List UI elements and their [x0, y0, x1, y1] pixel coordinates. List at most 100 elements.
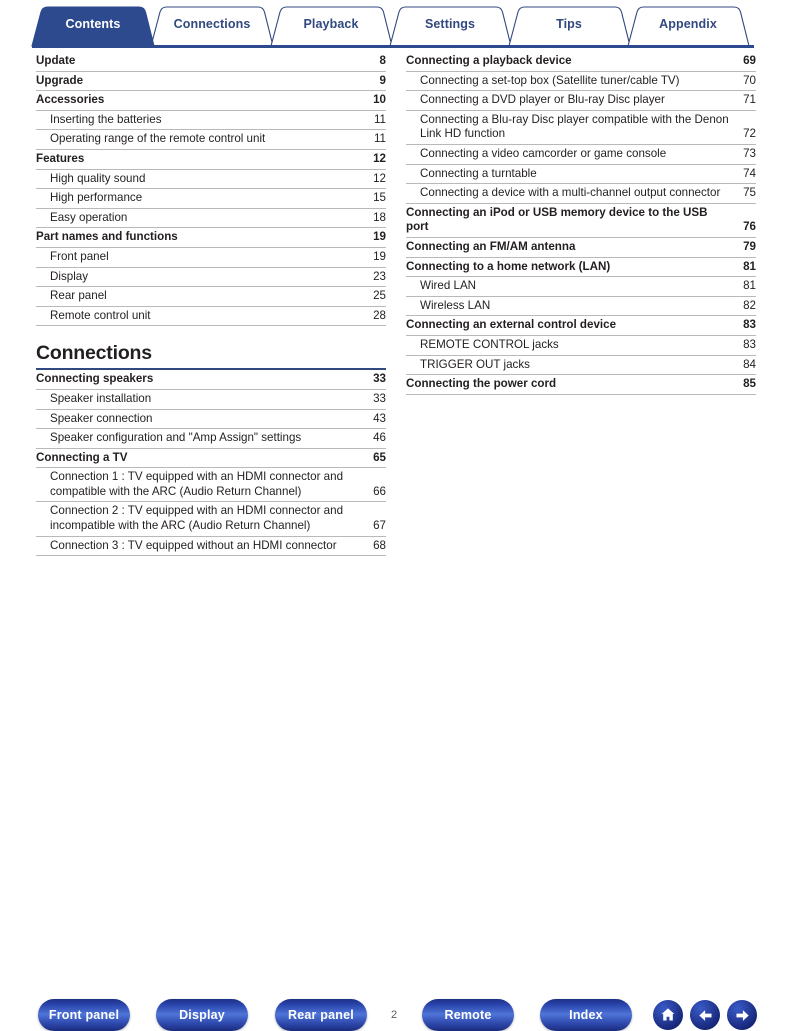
toc-entry-title: Speaker installation: [50, 391, 152, 405]
toc-entry-page: 11: [373, 112, 386, 126]
tab-settings[interactable]: Settings: [389, 17, 511, 31]
toc-entry-page: 76: [743, 220, 756, 234]
toc-entry[interactable]: Accessories 10: [36, 91, 386, 111]
toc-entry[interactable]: Part names and functions 19: [36, 228, 386, 248]
toc-entry-title: Rear panel: [50, 289, 107, 303]
tab-bar: Contents Connections Playback Settings T…: [0, 0, 791, 52]
toc-entry[interactable]: High quality sound 12: [36, 170, 386, 190]
toc-entry-title: Connecting an iPod or USB memory device …: [406, 205, 708, 234]
toc-entry-page: 72: [743, 127, 756, 141]
toc-entry-title: Connecting the power cord: [406, 377, 557, 391]
toc-entry-page: 15: [373, 191, 386, 205]
toc-entry-page: 83: [743, 337, 756, 351]
toc-entry-page: 85: [743, 377, 756, 391]
toc-entry-title: Upgrade: [36, 73, 84, 87]
toc-entry-title: Front panel: [50, 249, 109, 263]
toc-entry-title: High quality sound: [50, 171, 146, 185]
toc-entry[interactable]: Update 8: [36, 52, 386, 72]
toc-entry-title: Accessories: [36, 93, 105, 107]
toc-entry[interactable]: Easy operation 18: [36, 209, 386, 229]
footer-button-rear-panel[interactable]: Rear panel: [275, 999, 367, 1031]
toc-entry[interactable]: REMOTE CONTROL jacks 83: [406, 336, 756, 356]
toc-entry[interactable]: Connecting to a home network (LAN) 81: [406, 258, 756, 278]
toc-list-connections-right: Connecting a playback device 69 Connecting…: [406, 52, 756, 395]
toc-entry[interactable]: Speaker configuration and "Amp Assign" s…: [36, 429, 386, 449]
toc-entry-title: Connecting to a home network (LAN): [406, 259, 611, 273]
toc-entry[interactable]: Speaker connection 43: [36, 410, 386, 430]
tab-tips[interactable]: Tips: [508, 17, 630, 31]
toc-entry[interactable]: Connecting a set-top box (Satellite tune…: [406, 72, 756, 92]
toc-entry[interactable]: Connecting a TV 65: [36, 449, 386, 469]
toc-entry[interactable]: Wired LAN 81: [406, 277, 756, 297]
toc-entry-page: 81: [743, 279, 756, 293]
toc-entry[interactable]: Connecting the power cord 85: [406, 375, 756, 395]
section-heading-connections: Connections: [36, 342, 152, 365]
toc-entry-title: Connecting a set-top box (Satellite tune…: [420, 73, 680, 87]
toc-entry-page: 82: [743, 298, 756, 312]
toc-entry[interactable]: Wireless LAN 82: [406, 297, 756, 317]
toc-entry-title: Features: [36, 151, 85, 165]
toc-entry-page: 79: [743, 239, 756, 253]
toc-entry[interactable]: Operating range of the remote control un…: [36, 130, 386, 150]
footer-button-index[interactable]: Index: [540, 999, 632, 1031]
toc-entry-page: 9: [379, 73, 386, 87]
toc-entry-page: 65: [373, 450, 386, 464]
toc-entry[interactable]: Features 12: [36, 150, 386, 170]
footer-button-front-panel[interactable]: Front panel: [38, 999, 130, 1031]
toc-entry[interactable]: Connecting a DVD player or Blu-ray Disc …: [406, 91, 756, 111]
toc-entry[interactable]: Remote control unit 28: [36, 307, 386, 327]
toc-entry[interactable]: Connecting a playback device 69: [406, 52, 756, 72]
toc-entry-page: 33: [373, 372, 386, 386]
toc-entry-page: 70: [743, 73, 756, 87]
toc-entry-title: Wireless LAN: [420, 298, 491, 312]
toc-entry-page: 83: [743, 318, 756, 332]
toc-entry[interactable]: Upgrade 9: [36, 72, 386, 92]
toc-entry[interactable]: Display 23: [36, 268, 386, 288]
toc-entry[interactable]: Rear panel 25: [36, 287, 386, 307]
toc-entry[interactable]: Speaker installation 33: [36, 390, 386, 410]
toc-entry-page: 19: [373, 230, 386, 244]
toc-entry[interactable]: Connecting an external control device 83: [406, 316, 756, 336]
toc-entry-title: Update: [36, 54, 76, 67]
toc-entry[interactable]: Connecting an iPod or USB memory device …: [406, 204, 756, 238]
toc-list-contents: Update 8 Upgrade 9 Accessories 10 Inserting th…: [36, 52, 386, 327]
toc-entry-page: 12: [373, 151, 386, 165]
page-number: 2: [390, 1009, 398, 1021]
footer-button-display[interactable]: Display: [156, 999, 248, 1031]
home-icon-button[interactable]: [653, 1000, 683, 1030]
toc-left-column: Update 8 Upgrade 9 Accessories 10 Inserting th…: [36, 52, 386, 557]
toc-entry-title: Connecting an FM/AM antenna: [406, 239, 576, 253]
footer-button-remote[interactable]: Remote: [422, 999, 514, 1031]
toc-entry-title: Connecting a TV: [36, 450, 128, 464]
toc-entry-title: Speaker configuration and "Amp Assign" s…: [50, 431, 302, 445]
toc-entry-page: 28: [373, 308, 386, 322]
toc-entry-page: 11: [373, 132, 386, 146]
toc-entry[interactable]: Connecting a Blu-ray Disc player compati…: [406, 111, 756, 145]
toc-entry[interactable]: Connecting an FM/AM antenna 79: [406, 238, 756, 258]
toc-entry-title: Connecting an external control device: [406, 318, 617, 332]
previous-page-button[interactable]: [690, 1000, 720, 1030]
toc-entry-page: 74: [743, 166, 756, 180]
toc-entry-page: 69: [743, 54, 756, 67]
toc-entry-title: Connecting a Blu-ray Disc player compati…: [420, 112, 729, 141]
tab-connections[interactable]: Connections: [151, 17, 273, 31]
toc-entry[interactable]: Connecting a turntable 74: [406, 165, 756, 185]
toc-entry-page: 75: [743, 186, 756, 200]
toc-entry-title: Remote control unit: [50, 308, 151, 322]
toc-entry[interactable]: Connecting a video camcorder or game con…: [406, 145, 756, 165]
toc-entry-title: High performance: [50, 191, 143, 205]
footer-nav: Front panel Display Rear panel 2 Remote …: [0, 492, 791, 1031]
toc-entry[interactable]: High performance 15: [36, 189, 386, 209]
toc-entry[interactable]: Inserting the batteries 11: [36, 111, 386, 131]
next-page-button[interactable]: [727, 1000, 757, 1030]
toc-entry-page: 81: [743, 259, 756, 273]
tab-contents[interactable]: Contents: [32, 17, 154, 31]
toc-content: Update 8 Upgrade 9 Accessories 10 Inserting th…: [0, 52, 791, 557]
toc-entry-page: 19: [373, 249, 386, 263]
tab-playback[interactable]: Playback: [270, 17, 392, 31]
toc-entry[interactable]: Front panel 19: [36, 248, 386, 268]
toc-entry[interactable]: Connecting a device with a multi-channel…: [406, 184, 756, 204]
toc-entry[interactable]: TRIGGER OUT jacks 84: [406, 356, 756, 376]
toc-entry[interactable]: Connecting speakers 33: [36, 370, 386, 390]
tab-appendix[interactable]: Appendix: [627, 17, 749, 31]
